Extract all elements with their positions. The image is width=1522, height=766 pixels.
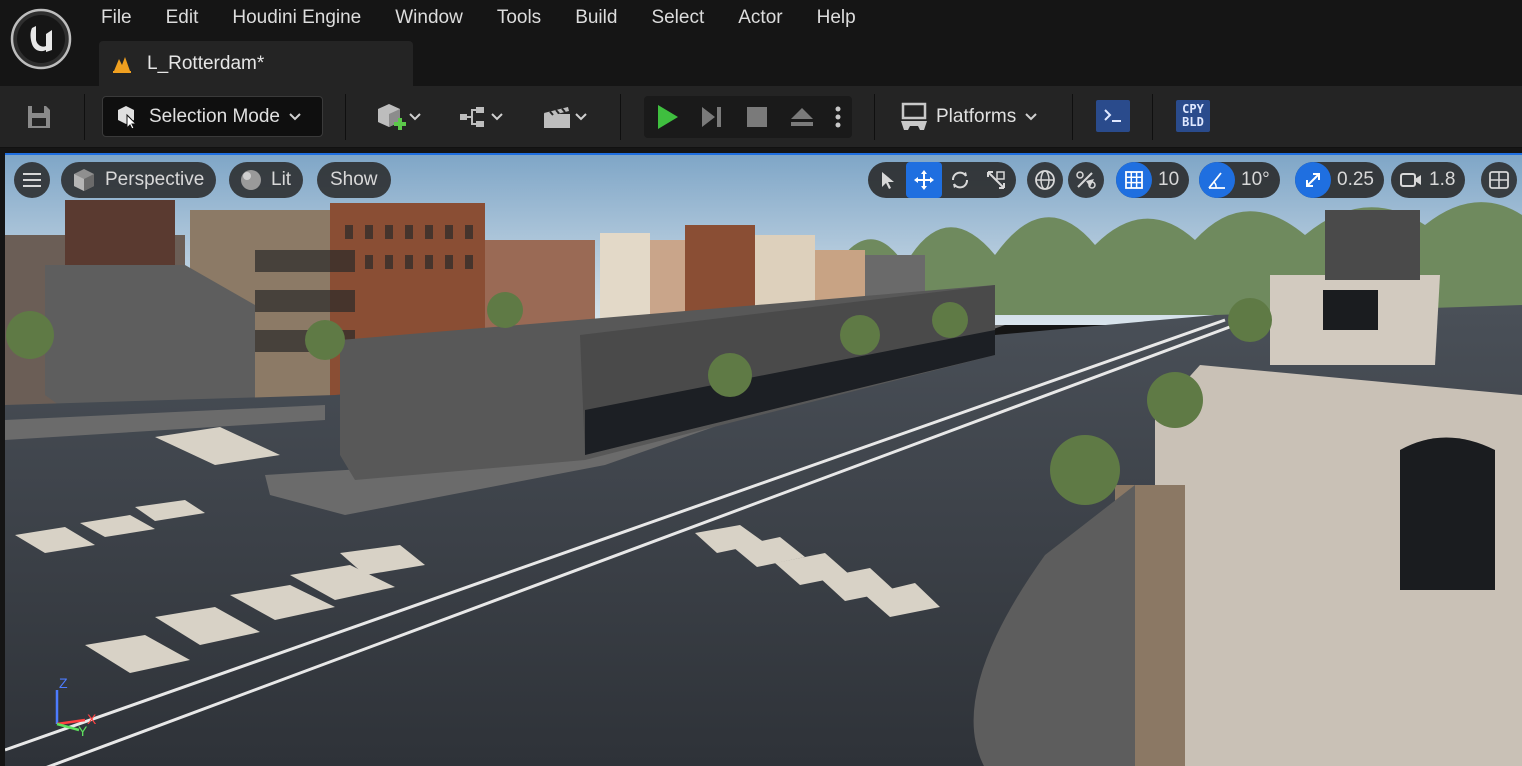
camera-speed-control[interactable]: 1.8 [1391, 162, 1466, 198]
surface-snapping-toggle[interactable] [1068, 162, 1104, 198]
angle-icon [1208, 172, 1225, 189]
rotation-snap-control: 10° [1199, 162, 1280, 198]
copy-build-button[interactable]: CPY BLD [1176, 100, 1210, 132]
grid-snap-value[interactable]: 10 [1152, 169, 1189, 191]
main-menu: File Edit Houdini Engine Window Tools Bu… [84, 0, 873, 36]
menu-actor[interactable]: Actor [721, 0, 799, 36]
axis-x-label: X [87, 711, 97, 727]
play-icon[interactable] [652, 102, 682, 132]
scale-snap-icon [1306, 173, 1320, 187]
grid-snap-toggle[interactable] [1116, 162, 1152, 198]
camera-icon [1400, 173, 1421, 187]
perspective-button[interactable]: Perspective [61, 162, 217, 198]
more-options-icon[interactable] [832, 102, 844, 132]
rotate-tool[interactable] [942, 162, 978, 198]
rotate-icon [952, 171, 968, 189]
chevron-down-icon [575, 113, 587, 121]
grid-snap-control: 10 [1116, 162, 1190, 198]
scale-snap-value[interactable]: 0.25 [1331, 169, 1384, 191]
menu-help[interactable]: Help [800, 0, 873, 36]
axis-z-label: Z [59, 676, 68, 691]
scale-snap-control: 0.25 [1295, 162, 1384, 198]
build-label: BLD [1182, 115, 1204, 129]
world-local-toggle[interactable] [1027, 162, 1063, 198]
lit-button[interactable]: Lit [229, 162, 304, 198]
title-bar: File Edit Houdini Engine Window Tools Bu… [0, 0, 1522, 86]
selection-mode-dropdown[interactable]: Selection Mode [102, 96, 323, 137]
level-tab[interactable]: L_Rotterdam* [99, 41, 413, 86]
chevron-down-icon [409, 113, 421, 121]
add-actor-button[interactable] [368, 98, 428, 136]
show-label: Show [330, 169, 378, 190]
scale-snap-toggle[interactable] [1295, 162, 1331, 198]
stop-icon[interactable] [742, 102, 772, 132]
rotation-snap-toggle[interactable] [1199, 162, 1235, 198]
axis-gizmo: Z X Y [55, 676, 97, 736]
hamburger-icon [23, 173, 41, 187]
select-tool[interactable] [870, 162, 906, 198]
lit-label: Lit [271, 169, 292, 190]
city-scene-render [5, 155, 1522, 766]
rotation-snap-value[interactable]: 10° [1235, 169, 1280, 191]
cinematics-button[interactable] [534, 98, 594, 136]
menu-tools[interactable]: Tools [480, 0, 558, 36]
scale-icon [987, 171, 1005, 189]
axis-y-label: Y [78, 723, 88, 736]
menu-edit[interactable]: Edit [149, 0, 216, 36]
main-toolbar: Selection Mode Platforms CPY BLD [0, 86, 1522, 148]
clapperboard-icon [544, 107, 570, 128]
platforms-dropdown[interactable]: Platforms [898, 98, 1038, 136]
toolbar-separator [874, 94, 875, 140]
viewport-layout-button[interactable] [1481, 162, 1517, 198]
menu-houdini-engine[interactable]: Houdini Engine [215, 0, 378, 36]
cube-icon [74, 169, 94, 191]
toolbar-separator [1152, 94, 1153, 140]
play-controls [644, 96, 852, 138]
platforms-label: Platforms [936, 106, 1017, 127]
transform-tools [868, 162, 1016, 198]
add-actor-icon [378, 104, 406, 130]
level-viewport[interactable]: Perspective Lit Show 10 10° 0.25 1.8 Z X… [5, 153, 1522, 766]
selection-mode-label: Selection Mode [149, 105, 280, 127]
perspective-label: Perspective [105, 169, 205, 190]
terminal-icon [1104, 109, 1121, 122]
cursor-icon [882, 172, 894, 189]
eject-icon[interactable] [787, 102, 817, 132]
grid-icon [1125, 171, 1143, 189]
unreal-engine-logo[interactable] [10, 8, 72, 70]
camera-speed-value: 1.8 [1429, 169, 1456, 190]
toolbar-separator [84, 94, 85, 140]
chevron-down-icon [491, 113, 503, 121]
surface-snap-icon [1076, 171, 1096, 189]
menu-select[interactable]: Select [634, 0, 721, 36]
advance-frame-icon[interactable] [697, 102, 727, 132]
menu-window[interactable]: Window [378, 0, 480, 36]
blueprints-button[interactable] [450, 98, 510, 136]
scale-tool[interactable] [978, 162, 1014, 198]
translate-tool[interactable] [906, 162, 942, 198]
chevron-down-icon [289, 112, 301, 120]
save-icon [28, 106, 50, 128]
selection-mode-icon [118, 105, 138, 130]
layout-icon [1489, 171, 1509, 189]
chevron-down-icon [1025, 113, 1037, 121]
globe-icon [1035, 170, 1055, 190]
toolbar-separator [345, 94, 346, 140]
viewport-menu-button[interactable] [14, 162, 50, 198]
toolbar-separator [1072, 94, 1073, 140]
menu-build[interactable]: Build [558, 0, 634, 36]
show-button[interactable]: Show [317, 162, 391, 198]
save-button[interactable] [22, 100, 56, 134]
level-icon [113, 56, 131, 73]
menu-file[interactable]: File [84, 0, 149, 36]
level-tab-label: L_Rotterdam* [147, 52, 265, 74]
console-button[interactable] [1096, 100, 1130, 132]
platforms-icon [901, 102, 927, 130]
blueprint-icon [460, 107, 484, 127]
move-icon [914, 170, 934, 190]
lit-sphere-icon [241, 170, 261, 190]
toolbar-separator [620, 94, 621, 140]
